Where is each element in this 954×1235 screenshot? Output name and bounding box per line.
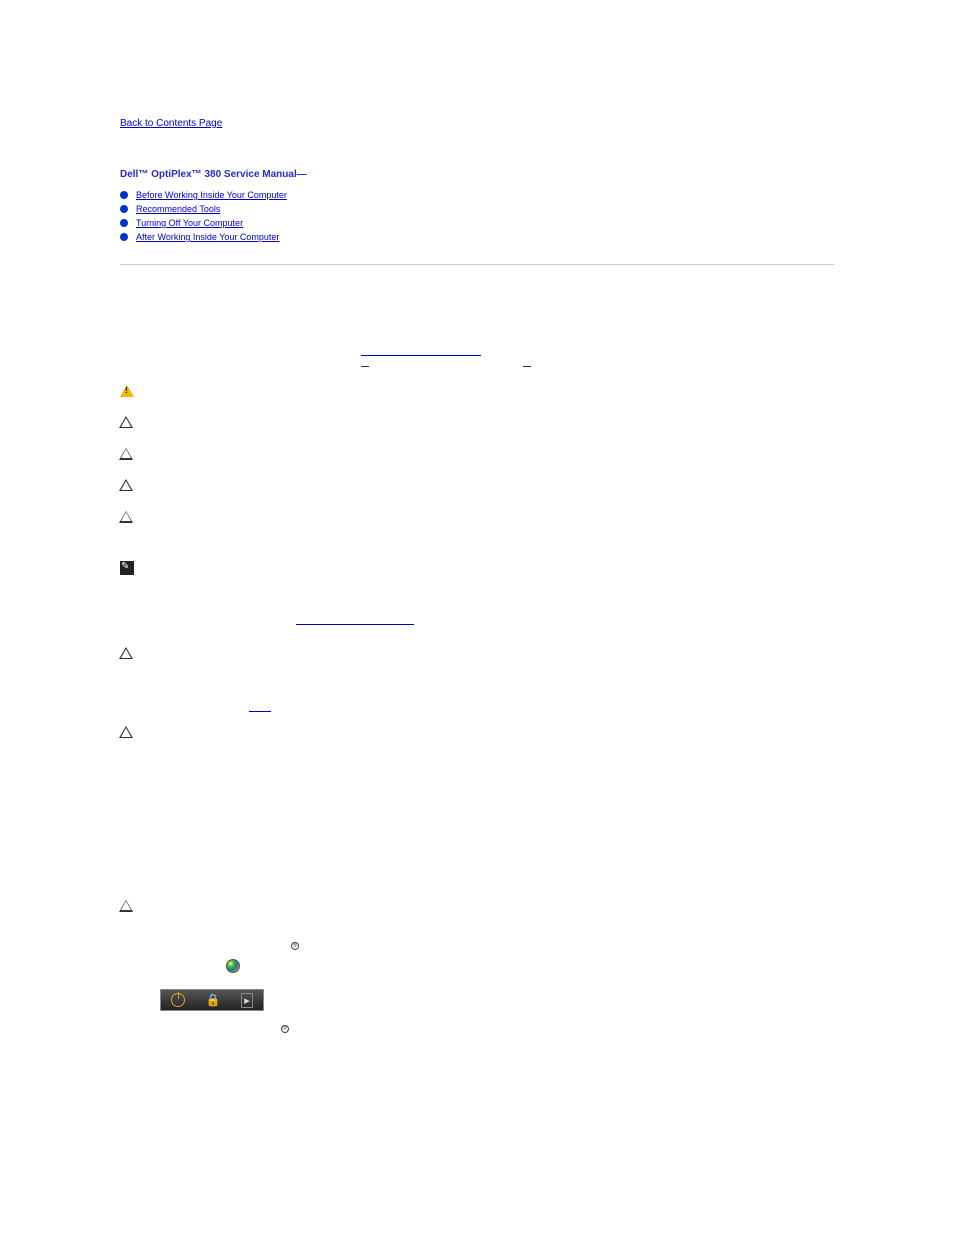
bullet-icon — [120, 219, 128, 227]
cover-link[interactable]: cover — [249, 701, 271, 712]
caution-sysboard: CAUTION: Before touching anything inside… — [142, 724, 834, 747]
vista-row: In Windows Vista®: ® — [160, 940, 834, 952]
compliance-link[interactable] — [361, 347, 481, 356]
caution-text-1: CAUTION: Only a certified service techni… — [142, 414, 834, 437]
warning-text: WARNING: Before working inside your comp… — [144, 383, 834, 406]
toc-item: After Working Inside Your Computer — [120, 230, 834, 244]
vista-orb-row: xxxxxxxxxxxxx Click Start , then click t… — [160, 959, 834, 973]
manual-subtitle: Dell™ OptiPlex™ 380 Service Manual— — [120, 169, 834, 180]
steps-block-2: xxxxxxxxxxxxxxxxxxxxxxxxxxxxxxxxxxxxxxxx… — [120, 689, 834, 712]
start-menu-shutdown-bar: 🔒 ▸ — [160, 989, 264, 1011]
registered-icon: ® — [281, 1025, 289, 1033]
toc-item: Before Working Inside Your Computer — [120, 188, 834, 202]
caution-row-1: CAUTION: Only a certified service techni… — [120, 414, 834, 437]
caution-icon — [120, 448, 132, 460]
toc-list: Before Working Inside Your Computer Reco… — [120, 188, 834, 244]
caution-network: CAUTION: To disconnect a network cable, … — [142, 645, 834, 659]
power-icon — [171, 993, 185, 1007]
note-icon — [120, 561, 134, 575]
lock-icon: 🔒 — [206, 993, 221, 1007]
bullet-icon — [120, 191, 128, 199]
turn-off-link[interactable] — [296, 616, 414, 625]
warning-icon — [120, 385, 134, 397]
toc-link-after-working[interactable]: After Working Inside Your Computer — [136, 230, 279, 244]
toc-link-turn-off[interactable]: Turning Off Your Computer — [136, 216, 243, 230]
caution-icon — [120, 479, 132, 491]
caution-row-shutdown: CAUTION: To avoid losing data, save and … — [120, 898, 834, 912]
toc-link-tools[interactable]: Recommended Tools — [136, 202, 220, 216]
back-to-contents-link[interactable]: Back to Contents Page — [120, 118, 222, 129]
caution-row-network: CAUTION: To disconnect a network cable, … — [120, 645, 834, 659]
bullet-icon — [120, 205, 128, 213]
vista-instr: Click Start , then click the arrow in th… — [246, 961, 834, 973]
steps-block-1: xxxxxxxxxxxxxxxxxxxxxxxxxxxxxxxxxxxxxxxx… — [120, 605, 834, 629]
xp-row: In Windows® XP: ® — [160, 1023, 834, 1035]
toc-item: Turning Off Your Computer — [120, 216, 834, 230]
caution-text-4: CAUTION: When you disconnect a cable, pu… — [142, 509, 834, 544]
bullet-icon — [120, 233, 128, 241]
caution-row-3: CAUTION: Handle components and cards wit… — [120, 477, 834, 500]
caution-icon — [120, 900, 132, 912]
caution-row-sysboard: CAUTION: Before touching anything inside… — [120, 724, 834, 747]
caution-text-2: CAUTION: To avoid electrostatic discharg… — [142, 446, 834, 469]
caution-shutdown: CAUTION: To avoid losing data, save and … — [142, 898, 834, 912]
caution-icon — [120, 416, 132, 428]
shutdown-bar-row: 🔒 ▸ — [160, 989, 834, 1011]
caution-row-4: CAUTION: When you disconnect a cable, pu… — [120, 509, 834, 544]
para-compliance: xxxxxxxxxxxxxxxxxxxxxxxxxxxxxxxxxxxxxxxx… — [120, 335, 834, 371]
arrow-icon: ▸ — [241, 993, 253, 1008]
note-text: NOTE: The color of your computer and cer… — [144, 560, 834, 575]
xp-label: In Windows® XP: — [160, 1023, 230, 1035]
registered-icon: ® — [291, 942, 299, 950]
caution-icon — [120, 726, 132, 738]
caution-text-3: CAUTION: Handle components and cards wit… — [142, 477, 834, 500]
warning-row: WARNING: Before working inside your comp… — [120, 383, 834, 406]
caution-icon — [120, 511, 132, 523]
caution-row-2: CAUTION: To avoid electrostatic discharg… — [120, 446, 834, 469]
start-orb-icon — [226, 959, 240, 973]
vista-label: In Windows Vista®: — [160, 940, 238, 952]
click-start-label: xxxxxxxxxxxxx — [160, 961, 220, 973]
toc-link-before-working[interactable]: Before Working Inside Your Computer — [136, 188, 287, 202]
toc-item: Recommended Tools — [120, 202, 834, 216]
note-row: NOTE: The color of your computer and cer… — [120, 560, 834, 575]
caution-icon — [120, 647, 132, 659]
